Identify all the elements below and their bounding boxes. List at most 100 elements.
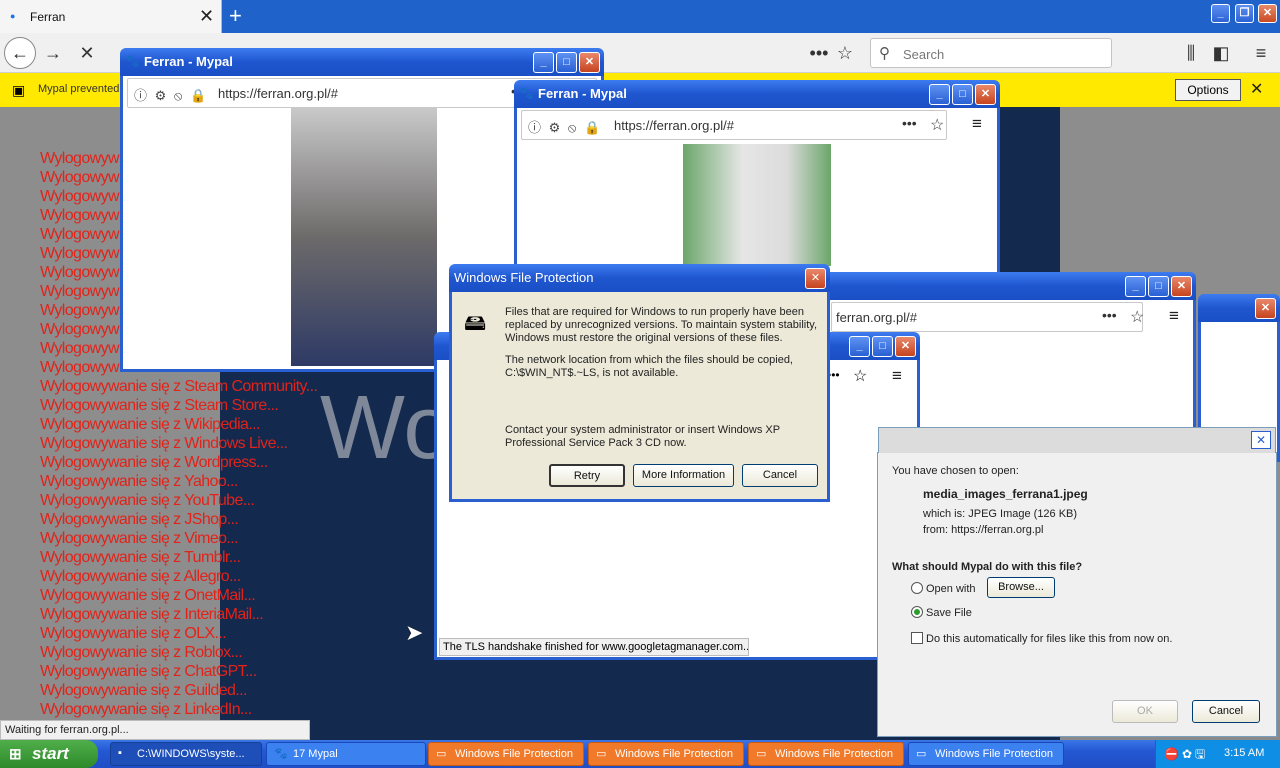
popup-titlebar[interactable]: _ □ ✕ — [818, 272, 1196, 300]
mypal-icon: 🐾 — [274, 748, 288, 760]
page-actions-icon[interactable]: ••• — [806, 40, 832, 66]
browse-button[interactable]: Browse... — [987, 577, 1055, 598]
taskbar-item-label: 17 Mypal — [293, 748, 338, 760]
tab-ferran[interactable]: ● Ferran ✕ — [0, 0, 222, 33]
chosen-label: You have chosen to open: — [892, 465, 1019, 477]
file-source: from: https://ferran.org.pl — [923, 524, 1044, 536]
popup-titlebar[interactable]: 🐾 Ferran - Mypal _ □ ✕ — [514, 80, 1000, 108]
taskbar-item-wfp-4[interactable]: ▭ Windows File Protection — [908, 742, 1064, 766]
site-info-icon[interactable]: ⓘ ⚙ ⦸ 🔒 — [134, 85, 208, 104]
mypal-icon: 🐾 — [125, 54, 140, 68]
maximize-button[interactable]: □ — [952, 84, 973, 105]
maximize-button[interactable]: □ — [872, 336, 893, 357]
taskbar-item-mypal[interactable]: 🐾 17 Mypal — [266, 742, 426, 766]
close-button[interactable]: ✕ — [805, 268, 826, 289]
open-with-label: Open with — [926, 583, 976, 595]
forward-button[interactable]: → — [40, 40, 66, 66]
system-tray: ⛔✿🖫 3:15 AM — [1155, 740, 1280, 768]
minimize-button[interactable]: _ — [1211, 4, 1230, 23]
stop-button[interactable]: ✕ — [74, 40, 100, 66]
close-button[interactable]: ✕ — [1171, 276, 1192, 297]
popup-titlebar[interactable]: ✕ — [1198, 294, 1280, 322]
menu-icon[interactable]: ≡ — [1169, 306, 1179, 326]
close-button[interactable]: ✕ — [579, 52, 600, 73]
popup-url-bar[interactable]: ⓘ ⚙ ⦸ 🔒 https://ferran.org.pl/# ••• ☆ — [521, 110, 947, 140]
retry-button[interactable]: Retry — [549, 464, 625, 487]
minimize-button[interactable]: _ — [1125, 276, 1146, 297]
open-with-radio[interactable] — [911, 582, 923, 594]
ok-button[interactable]: OK — [1112, 700, 1178, 723]
minimize-button[interactable]: _ — [533, 52, 554, 73]
notification-text: Mypal prevented — [38, 83, 120, 95]
back-button[interactable]: ← — [4, 37, 36, 69]
menu-icon[interactable]: ≡ — [972, 114, 982, 134]
minimize-button[interactable]: _ — [849, 336, 870, 357]
bookmark-star-icon[interactable]: ☆ — [1130, 307, 1144, 327]
site-info-icon[interactable]: ⓘ ⚙ ⦸ 🔒 — [528, 117, 602, 136]
taskbar-item-wfp-3[interactable]: ▭ Windows File Protection — [748, 742, 904, 766]
dialog-titlebar[interactable]: Windows File Protection ✕ — [449, 264, 830, 292]
more-icon[interactable]: ••• — [1102, 307, 1117, 323]
restore-button[interactable]: ❐ — [1235, 4, 1254, 23]
popup-titlebar[interactable]: 🐾 Ferran - Mypal _ □ ✕ — [120, 48, 604, 76]
notification-close-icon[interactable]: ✕ — [1250, 79, 1263, 99]
window-icon: ▭ — [916, 748, 927, 760]
menu-icon[interactable]: ≡ — [1248, 40, 1274, 66]
menu-icon[interactable]: ≡ — [892, 366, 902, 386]
dialog-message-3: Contact your system administrator or ins… — [505, 424, 780, 449]
logout-item: Wylogowywanie się z Guilded... — [40, 682, 247, 699]
windows-flag-icon: ⊞ — [9, 746, 22, 763]
start-button[interactable]: ⊞ start — [0, 740, 98, 768]
logout-item: Wylogowywanie się z ChatGPT... — [40, 663, 257, 680]
new-tab-icon[interactable]: + — [229, 3, 242, 29]
close-button[interactable]: ✕ — [1258, 4, 1277, 23]
bookmark-star-icon[interactable]: ☆ — [930, 115, 944, 135]
auto-label: Do this automatically for files like thi… — [926, 633, 1173, 645]
popup-title: Ferran - Mypal — [144, 54, 233, 69]
taskbar-item-cmd[interactable]: ▪ C:\WINDOWS\syste... — [110, 742, 262, 766]
status-bar: Waiting for ferran.org.pl... — [0, 720, 310, 740]
maximize-button[interactable]: □ — [1148, 276, 1169, 297]
maximize-button[interactable]: □ — [556, 52, 577, 73]
save-file-radio[interactable] — [911, 606, 923, 618]
close-button[interactable]: ✕ — [1255, 298, 1276, 319]
search-placeholder: Search — [903, 47, 945, 62]
mypal-icon: 🐾 — [519, 86, 534, 100]
tab-title: Ferran — [30, 10, 66, 24]
popup-blocked-icon: ▣ — [12, 82, 26, 98]
bookmark-star-icon[interactable]: ☆ — [853, 366, 867, 386]
taskbar-item-wfp-1[interactable]: ▭ Windows File Protection — [428, 742, 584, 766]
clock: 3:15 AM — [1224, 747, 1265, 759]
logout-item: Wylogowywanie się z JShop... — [40, 511, 239, 528]
logout-item: Wylogowywanie się z Tumblr... — [40, 549, 241, 566]
video-frame — [683, 144, 831, 266]
popup-url-bar[interactable]: ferran.org.pl/# ••• ☆ — [831, 302, 1144, 332]
close-button[interactable]: ✕ — [975, 84, 996, 105]
cancel-button[interactable]: Cancel — [1192, 700, 1260, 723]
auto-checkbox[interactable] — [911, 632, 923, 644]
more-icon[interactable]: ••• — [902, 115, 917, 131]
minimize-button[interactable]: _ — [929, 84, 950, 105]
dialog-titlebar[interactable]: ✕ — [878, 427, 1276, 453]
options-button[interactable]: Options — [1175, 79, 1241, 101]
cmd-icon: ▪ — [118, 747, 122, 759]
search-input[interactable]: ⚲ Search — [870, 38, 1112, 68]
cancel-button[interactable]: Cancel — [742, 464, 818, 487]
close-button[interactable]: ✕ — [895, 336, 916, 357]
more-information-button[interactable]: More Information — [633, 464, 734, 487]
taskbar-item-wfp-2[interactable]: ▭ Windows File Protection — [588, 742, 744, 766]
taskbar-item-label: Windows File Protection — [775, 748, 893, 760]
loading-dot-icon: ● — [10, 11, 16, 21]
logout-item: Wylogowywanie się z Vimeo... — [40, 530, 239, 547]
close-button[interactable]: ✕ — [1251, 431, 1271, 449]
bookmark-star-icon[interactable]: ☆ — [832, 40, 858, 66]
tray-icons[interactable]: ⛔✿🖫 — [1164, 745, 1208, 766]
dialog-title: Windows File Protection — [454, 270, 594, 285]
tab-close-icon[interactable]: ✕ — [199, 6, 214, 27]
popup-url: https://ferran.org.pl/# — [218, 86, 338, 101]
library-icon[interactable]: ⫼ — [1178, 40, 1204, 66]
dialog-message-1: Files that are required for Windows to r… — [505, 306, 818, 344]
sidebar-icon[interactable]: ◧ — [1208, 40, 1234, 66]
logout-item: Wylogowywanie się z Steam Community... — [40, 378, 318, 395]
save-file-label: Save File — [926, 607, 972, 619]
